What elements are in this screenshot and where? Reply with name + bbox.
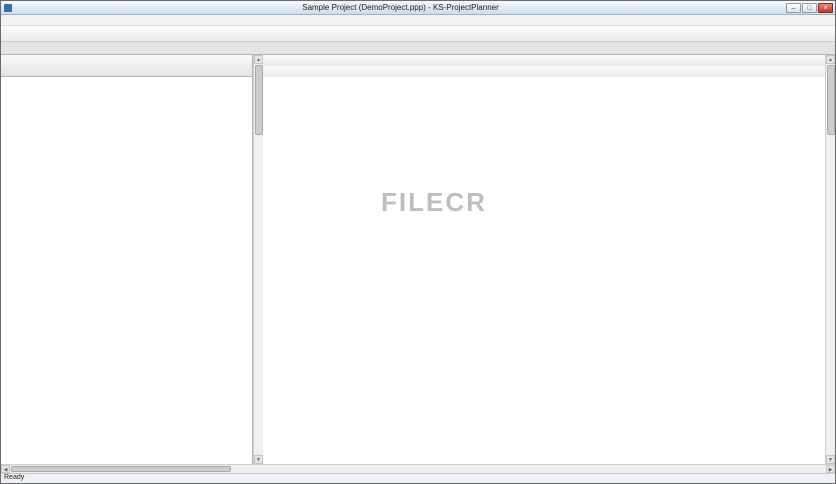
gantt-vertical-scrollbar[interactable]: ▲ ▼ [825, 55, 835, 464]
scroll-up-icon[interactable]: ▲ [826, 55, 835, 64]
scroll-up-icon[interactable]: ▲ [254, 55, 263, 64]
statusbar: Ready [1, 473, 835, 483]
table-scrollbar-thumb[interactable] [254, 65, 263, 135]
app-window: Sample Project (DemoProject.ppp) - KS-Pr… [0, 0, 836, 484]
titlebar: Sample Project (DemoProject.ppp) - KS-Pr… [1, 1, 835, 15]
scroll-down-icon[interactable]: ▼ [826, 455, 835, 464]
task-table-panel [1, 55, 253, 464]
window-title: Sample Project (DemoProject.ppp) - KS-Pr… [302, 3, 499, 12]
gantt-week-row [263, 66, 825, 77]
close-button[interactable]: × [818, 2, 833, 13]
scroll-right-icon[interactable]: ▶ [826, 465, 835, 473]
menubar [1, 15, 835, 26]
scroll-left-icon[interactable]: ◀ [1, 465, 10, 473]
table-header-row [1, 55, 252, 77]
horizontal-scrollbar-thumb[interactable] [11, 466, 231, 472]
table-vertical-scrollbar[interactable]: ▲ ▼ [253, 55, 263, 464]
horizontal-scrollbar[interactable]: ◀ ▶ [1, 464, 835, 473]
main-area: ▲ ▼ FILECR ▲ ▼ [1, 55, 835, 464]
gantt-scrollbar-thumb[interactable] [826, 65, 835, 135]
gantt-panel: FILECR [263, 55, 825, 464]
app-icon [4, 3, 12, 12]
gantt-body: FILECR [263, 77, 825, 464]
toolbar [1, 26, 835, 42]
status-text: Ready [4, 474, 25, 481]
gantt-dependency-lines [263, 77, 563, 227]
table-body [1, 77, 252, 464]
window-controls: – □ × [786, 2, 833, 13]
maximize-button[interactable]: □ [802, 2, 817, 13]
gantt-timeline-header [263, 55, 825, 77]
tabbar [1, 42, 835, 55]
minimize-button[interactable]: – [786, 2, 801, 13]
gantt-month-row [263, 55, 825, 66]
scroll-down-icon[interactable]: ▼ [254, 455, 263, 464]
